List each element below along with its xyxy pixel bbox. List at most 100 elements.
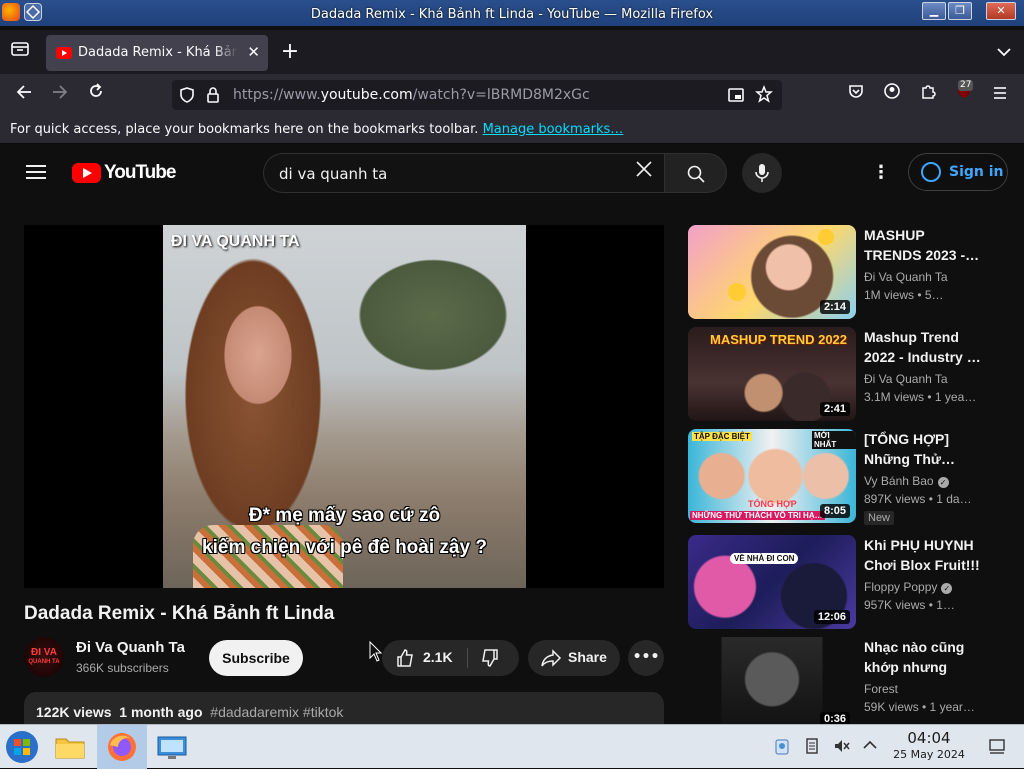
extensions-puzzle-icon[interactable]	[915, 82, 941, 108]
lock-icon[interactable]	[205, 86, 221, 108]
clock-time: 04:04	[907, 729, 951, 747]
clear-search-icon[interactable]	[630, 159, 658, 187]
video-overlay-title: ĐI VA QUANH TA	[171, 233, 300, 250]
thumbs-up-icon	[395, 648, 415, 672]
recommendation-title: MASHUP TRENDS 2023 -…	[864, 227, 980, 263]
tab-bar: Dadada Remix - Khá Bảnh ✕ +	[0, 30, 1024, 74]
firefox-view-icon[interactable]	[6, 38, 34, 66]
recommendation-channel: Vy Bánh Bao ✓	[864, 474, 949, 488]
recommendation-item[interactable]: TẬP ĐẶC BIỆT MỚI NHẤT TỔNG HỢP NHỮNG THỬ…	[688, 429, 1008, 525]
bookmarks-hint: For quick access, place your bookmarks h…	[10, 122, 479, 137]
bookmark-star-icon[interactable]	[755, 84, 773, 107]
back-arrow-icon[interactable]	[11, 82, 37, 108]
extensions-badge: 27	[958, 80, 974, 91]
recommendation-thumbnail[interactable]: VỀ NHÀ ĐI CON 12:06	[688, 535, 856, 629]
video-duration: 8:05	[819, 504, 850, 518]
minimize-button[interactable]: ▁	[922, 2, 946, 20]
verified-check-icon: ✓	[941, 583, 953, 594]
settings-more-icon[interactable]: ⋮	[868, 161, 894, 185]
show-desktop-icon[interactable]	[988, 737, 1006, 755]
subscribe-button[interactable]: Subscribe	[209, 640, 303, 676]
account-icon[interactable]	[879, 82, 905, 108]
like-dislike-group: 2.1K	[382, 640, 519, 676]
recommendation-channel: Đi Va Quanh Ta	[864, 372, 948, 386]
remote-desktop-icon[interactable]	[154, 729, 190, 765]
system-clock[interactable]: 04:04 25 May 2024	[890, 729, 968, 761]
thumbnail-caption: VỀ NHÀ ĐI CON	[730, 553, 799, 564]
hashtags[interactable]: #dadadaremix #tiktok	[210, 704, 343, 720]
close-window-button[interactable]: ✕	[986, 2, 1016, 20]
address-bar[interactable]: https://www.youtube.com/watch?v=lBRMD8M2…	[172, 80, 782, 110]
muted-speaker-icon[interactable]	[833, 737, 851, 755]
window-titlebar: Dadada Remix - Khá Bảnh ft Linda - YouTu…	[0, 0, 1024, 30]
thumbnail-caption: NHỮNG THỬ THÁCH VÔ TRI HẠ…	[690, 511, 825, 520]
bookmarks-toolbar: For quick access, place your bookmarks h…	[0, 116, 1024, 144]
os-taskbar: 04:04 25 May 2024	[0, 724, 1024, 769]
verified-check-icon: ✓	[937, 477, 949, 488]
start-menu-icon[interactable]	[4, 729, 40, 765]
reload-icon[interactable]	[83, 82, 109, 108]
app-menu-icon[interactable]	[987, 82, 1013, 108]
video-duration: 12:06	[813, 610, 850, 624]
recommendation-channel: Forest	[864, 682, 899, 696]
view-count: 122K views	[36, 704, 112, 720]
youtube-wordmark: YouTube	[104, 162, 176, 183]
tray-notes-icon[interactable]	[803, 737, 821, 755]
search-button[interactable]	[664, 153, 727, 193]
recommendation-channel: Floppy Poppy ✓	[864, 580, 953, 594]
video-subtitle-line2: kiếm chiện với pê đê hoài zậy ?	[202, 537, 487, 558]
recommendation-meta: 1M views • 5…	[864, 288, 944, 302]
recommendation-item[interactable]: VỀ NHÀ ĐI CON 12:06 Khi PHỤ HUYNH Chơi B…	[688, 535, 1008, 631]
firefox-taskbar-icon[interactable]	[104, 729, 140, 765]
channel-avatar-text-bottom: QUANH TA	[28, 659, 60, 665]
recommendation-meta: 59K views • 1 year…	[864, 700, 975, 714]
maximize-button[interactable]: ❐	[948, 2, 972, 20]
tracking-shield-icon[interactable]	[178, 86, 196, 108]
like-button[interactable]: 2.1K	[382, 640, 467, 676]
subscriber-count: 366K subscribers	[76, 661, 169, 675]
tab-youtube[interactable]: Dadada Remix - Khá Bảnh ✕	[46, 35, 268, 71]
recommendation-thumbnail[interactable]: 0:36	[688, 637, 856, 731]
share-label: Share	[568, 649, 607, 665]
thumbnail-caption: MỚI NHẤT	[812, 431, 856, 449]
close-tab-icon[interactable]: ✕	[247, 43, 260, 61]
video-duration: 2:14	[819, 300, 850, 314]
video-player[interactable]: ĐI VA QUANH TA Đ* mẹ mấy sao cứ zô kiếm …	[24, 225, 664, 588]
upload-age: 1 month ago	[119, 704, 203, 720]
share-button[interactable]: Share	[528, 640, 620, 676]
voice-search-button[interactable]	[742, 153, 782, 193]
picture-in-picture-icon[interactable]	[727, 86, 745, 108]
search-input[interactable]: di va quanh ta	[263, 153, 664, 193]
mouse-cursor-icon	[369, 640, 383, 667]
list-all-tabs-icon[interactable]	[990, 38, 1018, 66]
recommendation-item[interactable]: 2:14 MASHUP TRENDS 2023 -… Đi Va Quanh T…	[688, 225, 1008, 321]
pocket-icon[interactable]	[843, 82, 869, 108]
recommendation-item[interactable]: MASHUP TREND 2022 2:41 Mashup Trend 2022…	[688, 327, 1008, 423]
account-circle-icon	[921, 162, 941, 182]
recommendation-meta: 957K views • 1…	[864, 598, 955, 612]
recommendation-thumbnail[interactable]: 2:14	[688, 225, 856, 319]
new-badge: New	[864, 511, 895, 525]
sign-in-button[interactable]: Sign in	[908, 153, 1008, 191]
recommendation-thumbnail[interactable]: TẬP ĐẶC BIỆT MỚI NHẤT TỔNG HỢP NHỮNG THỬ…	[688, 429, 856, 523]
more-actions-button[interactable]: •••	[628, 640, 664, 676]
channel-name[interactable]: Đi Va Quanh Ta	[76, 639, 185, 656]
channel-avatar[interactable]: ĐI VA QUANH TA	[24, 637, 64, 677]
thumbnail-caption: MASHUP TREND 2022	[710, 332, 848, 347]
manage-bookmarks-link[interactable]: Manage bookmarks…	[483, 122, 624, 137]
tray-clipboard-icon[interactable]	[773, 737, 791, 755]
forward-arrow-icon[interactable]	[47, 82, 73, 108]
file-manager-icon[interactable]	[52, 729, 88, 765]
recommendation-meta: 3.1M views • 1 yea…	[864, 390, 977, 404]
like-count: 2.1K	[423, 649, 453, 665]
recommendation-item[interactable]: 0:36 Nhạc nào cũng khớp nhưng nhạ… Fores…	[688, 637, 1008, 733]
share-arrow-icon	[540, 648, 562, 672]
guide-menu-icon[interactable]	[26, 165, 46, 179]
recommendation-thumbnail[interactable]: MASHUP TREND 2022 2:41	[688, 327, 856, 421]
url-text: https://www.youtube.com/watch?v=lBRMD8M2…	[233, 87, 590, 103]
show-hidden-tray-icon[interactable]	[861, 737, 879, 755]
new-tab-button[interactable]: +	[276, 38, 304, 66]
dislike-button[interactable]	[468, 640, 519, 676]
video-frame[interactable]: ĐI VA QUANH TA Đ* mẹ mấy sao cứ zô kiếm …	[163, 225, 526, 588]
search-query: di va quanh ta	[279, 165, 388, 183]
